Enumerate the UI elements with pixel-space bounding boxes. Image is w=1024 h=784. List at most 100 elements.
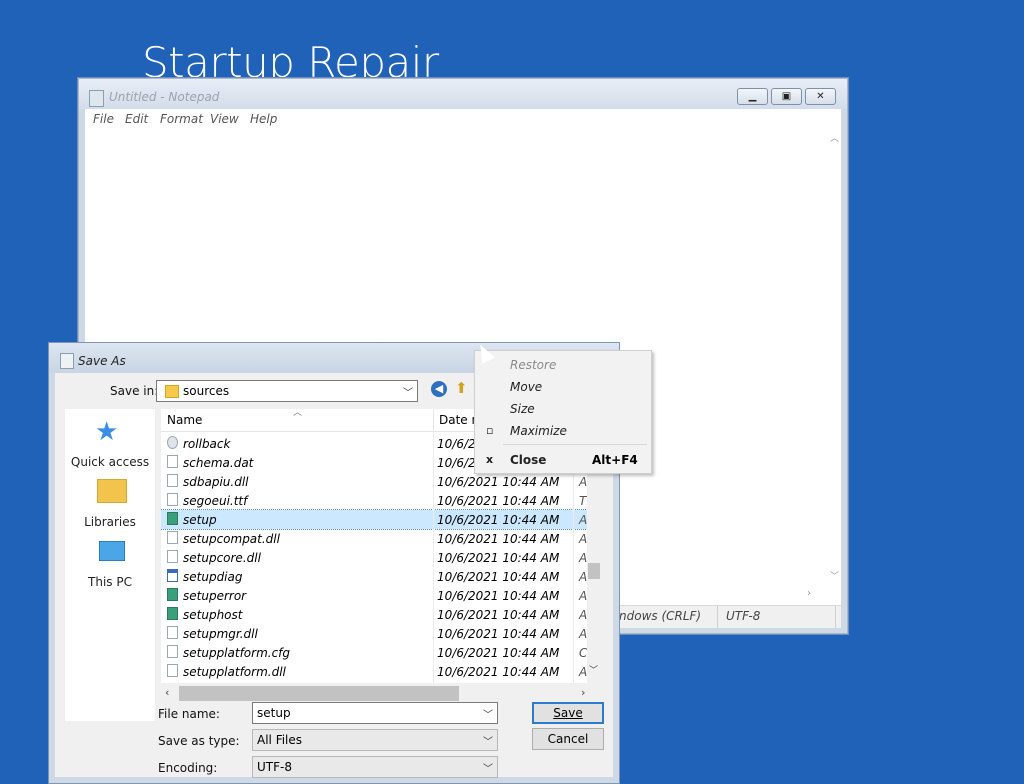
file-name-label: File name:	[158, 707, 220, 721]
menu-item-restore[interactable]: Restore	[510, 358, 556, 372]
file-row[interactable]: setuperror10/6/2021 10:44 AMAp	[161, 586, 595, 605]
file-row[interactable]: setup10/6/2021 10:44 AMAp	[161, 509, 595, 530]
window-app-icon	[167, 569, 178, 582]
maximize-icon: ▣	[781, 91, 792, 102]
save-as-title: Save As	[78, 354, 126, 368]
menu-separator	[503, 444, 647, 445]
encoding-value: UTF-8	[257, 760, 292, 774]
file-name: setup	[183, 513, 217, 527]
scroll-right-icon[interactable]: ›	[581, 686, 585, 699]
file-date: 10/6/2021 10:44 AM	[437, 589, 560, 603]
menu-help[interactable]: Help	[250, 112, 277, 126]
file-date: 10/6/2021 10:44 AM	[437, 665, 560, 679]
maximize-icon: ▫	[486, 424, 494, 437]
menu-item-maximize[interactable]: Maximize	[510, 424, 567, 438]
scroll-thumb[interactable]	[588, 563, 600, 579]
scroll-down-icon[interactable]: ﹀	[830, 569, 839, 582]
star-icon: ★	[95, 417, 119, 447]
file-name: schema.dat	[183, 456, 254, 470]
place-this-pc[interactable]: This PC	[65, 575, 155, 589]
close-shortcut: Alt+F4	[592, 453, 638, 467]
encoding-dropdown[interactable]: UTF-8 ﹀	[252, 756, 498, 778]
application-icon	[167, 588, 178, 601]
file-name: setupcompat.dll	[183, 532, 280, 546]
file-row[interactable]: segoeui.ttf10/6/2021 10:44 AMTT	[161, 491, 594, 510]
file-row[interactable]: setupcore.dll10/6/2021 10:44 AMAp	[161, 548, 595, 567]
save-type-dropdown[interactable]: All Files ﹀	[252, 729, 498, 751]
menu-item-move[interactable]: Move	[510, 380, 542, 394]
file-date: 10/6/2021 10:44 AM	[437, 494, 560, 508]
status-divider	[717, 606, 718, 628]
file-row[interactable]: setuphost10/6/2021 10:44 AMAp	[161, 605, 595, 624]
chevron-down-icon: ﹀	[483, 737, 493, 748]
maximize-button[interactable]: ▣	[771, 88, 802, 105]
file-row[interactable]: setupplatform.cfg 10/6/2021 10:44 AM Cf	[161, 643, 592, 662]
file-row[interactable]: sdbapiu.dll10/6/2021 10:44 AMAp	[161, 472, 595, 491]
save-type-value: All Files	[257, 733, 303, 747]
file-icon	[167, 531, 178, 544]
menu-format[interactable]: Format	[160, 112, 203, 126]
menu-view[interactable]: View	[210, 112, 239, 126]
file-name: setupdiag	[183, 570, 243, 584]
encoding-label: Encoding:	[158, 761, 218, 775]
chevron-down-icon: ﹀	[403, 388, 413, 399]
file-row[interactable]: setupcompat.dll10/6/2021 10:44 AMAp	[161, 529, 595, 548]
notepad-icon	[89, 90, 104, 107]
status-divider	[835, 606, 836, 628]
save-in-value: sources	[183, 384, 230, 398]
file-date: 10/6/2021 10:44 AM	[437, 513, 560, 527]
file-name-input[interactable]: setup ﹀	[252, 702, 498, 724]
folder-icon	[97, 479, 127, 503]
close-icon: x	[486, 453, 494, 466]
scroll-up-icon[interactable]: ︿	[830, 131, 839, 144]
file-icon	[167, 626, 178, 639]
sort-ascending-icon: ︿	[293, 409, 303, 418]
notepad-vertical-scrollbar[interactable]: ︿ ﹀	[829, 129, 841, 585]
file-icon	[167, 493, 178, 506]
scroll-thumb[interactable]	[179, 686, 459, 701]
application-icon	[167, 512, 178, 525]
file-name: setuphost	[183, 608, 243, 622]
folder-icon	[165, 385, 179, 398]
file-name: segoeui.ttf	[183, 494, 248, 508]
minimize-button[interactable]: ▁	[737, 88, 768, 105]
minimize-icon: ▁	[748, 91, 757, 102]
column-name[interactable]: Name	[167, 413, 202, 427]
file-row[interactable]: setupplatform.dll10/6/2021 10:44 AMAp	[161, 662, 595, 681]
close-icon: ✕	[816, 91, 825, 102]
scroll-right-icon[interactable]: ›	[807, 588, 811, 599]
back-icon[interactable]: ◀	[431, 381, 447, 397]
save-button[interactable]: Save	[532, 702, 604, 724]
notepad-titlebar[interactable]: Untitled - Notepad ▁ ▣ ✕	[79, 79, 847, 109]
application-icon	[167, 607, 178, 620]
place-quick-access[interactable]: Quick access	[65, 455, 155, 469]
file-name: sdbapiu.dll	[183, 475, 249, 489]
window-context-menu: Restore Move Size ▫ Maximize x Close Alt…	[474, 350, 652, 474]
gear-icon	[167, 436, 178, 449]
menu-item-close[interactable]: Close	[510, 453, 546, 467]
file-row[interactable]: setupdiag10/6/2021 10:44 AMAp	[161, 567, 595, 586]
scroll-down-icon[interactable]: ﹀	[589, 663, 598, 676]
up-folder-icon[interactable]: ⬆	[455, 379, 469, 397]
file-row[interactable]: setupmgr.dll10/6/2021 10:44 AMAp	[161, 624, 595, 643]
save-in-label: Save in:	[110, 384, 159, 398]
close-button[interactable]: ✕	[805, 88, 836, 105]
computer-icon	[99, 541, 125, 561]
save-in-dropdown[interactable]: sources ﹀	[156, 380, 418, 402]
file-name: setuperror	[183, 589, 247, 603]
cancel-button[interactable]: Cancel	[532, 728, 604, 750]
file-date: 10/6/2021 10:44 AM	[437, 608, 560, 622]
chevron-down-icon[interactable]: ﹀	[483, 706, 493, 721]
file-date: 10/6/2021 10:44 AM	[437, 646, 560, 660]
menu-item-size[interactable]: Size	[510, 402, 535, 416]
file-icon	[167, 664, 178, 677]
file-date: 10/6/2021 10:44 AM	[437, 627, 560, 641]
column-divider	[433, 431, 434, 683]
scroll-left-icon[interactable]: ‹	[165, 686, 169, 699]
file-date: 10/6/2021 10:44 AM	[437, 551, 560, 565]
menu-edit[interactable]: Edit	[125, 112, 148, 126]
status-line-ending: ndows (CRLF)	[619, 609, 702, 623]
menu-file[interactable]: File	[93, 112, 114, 126]
notepad-title: Untitled - Notepad	[109, 90, 220, 104]
place-libraries[interactable]: Libraries	[65, 515, 155, 529]
